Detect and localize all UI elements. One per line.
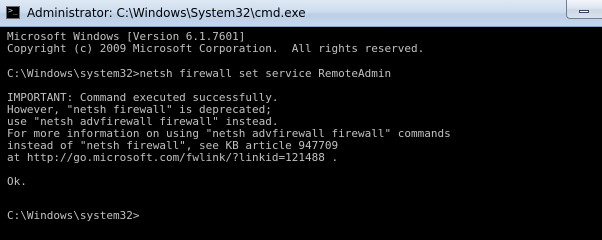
- title-bar[interactable]: >_ Administrator: C:\Windows\System32\cm…: [0, 0, 602, 27]
- console-output[interactable]: Microsoft Windows [Version 6.1.7601] Cop…: [0, 27, 602, 240]
- console-line: Ok.: [7, 175, 27, 188]
- console-line: Microsoft Windows [Version 6.1.7601]: [7, 30, 246, 43]
- console-prompt[interactable]: C:\Windows\system32>: [7, 210, 139, 221]
- cmd-icon[interactable]: >_: [6, 6, 20, 19]
- window-title: Administrator: C:\Windows\System32\cmd.e…: [27, 6, 306, 20]
- cmd-window: >_ Administrator: C:\Windows\System32\cm…: [0, 0, 602, 240]
- minimize-icon: [579, 10, 589, 13]
- console-line: However, "netsh firewall" is deprecated;: [7, 103, 272, 116]
- console-command-line: C:\Windows\system32>netsh firewall set s…: [7, 67, 392, 80]
- console-line: at http://go.microsoft.com/fwlink/?linki…: [7, 151, 339, 164]
- console-line: Copyright (c) 2009 Microsoft Corporation…: [7, 42, 425, 55]
- console-line: For more information on using "netsh adv…: [7, 127, 451, 140]
- minimize-button[interactable]: [566, 0, 602, 19]
- console-line: use "netsh advfirewall firewall" instead…: [7, 115, 279, 128]
- console-line: IMPORTANT: Command executed successfully…: [7, 91, 279, 104]
- console-line: instead of "netsh firewall", see KB arti…: [7, 139, 339, 152]
